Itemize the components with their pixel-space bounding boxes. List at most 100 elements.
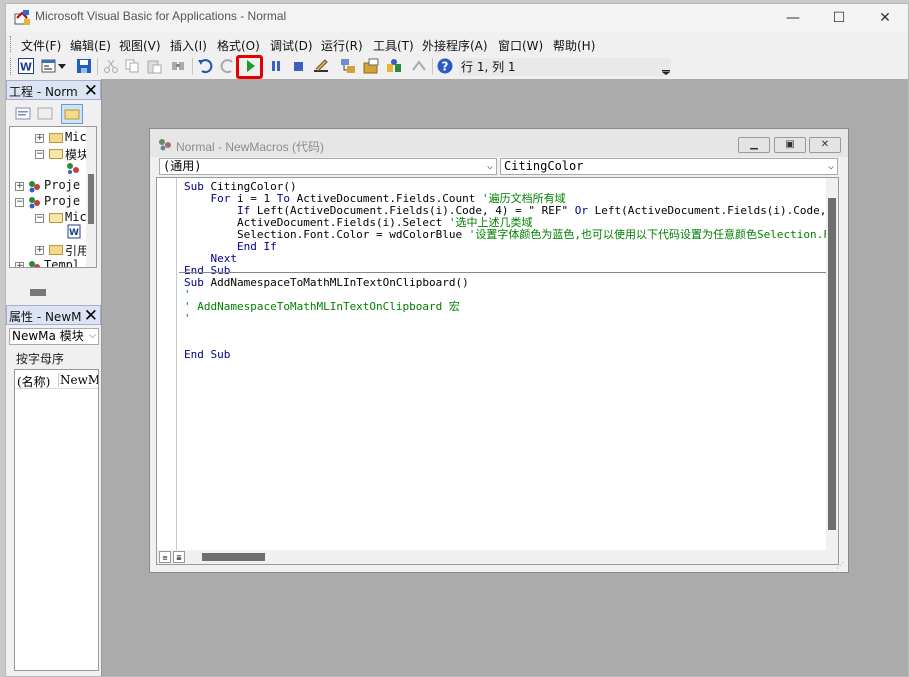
code-keyword: Or [574, 204, 595, 217]
property-row[interactable]: (名称) NewMac [15, 373, 98, 389]
cut-icon[interactable] [103, 58, 119, 74]
tree-item[interactable]: Mic [65, 210, 87, 224]
properties-object-value: NewMa 模块 [12, 329, 84, 343]
properties-object-select[interactable]: NewMa 模块 ⌵ [9, 328, 99, 345]
break-icon[interactable] [268, 58, 284, 74]
tree-item[interactable]: Proje [44, 194, 80, 208]
folder-icon [49, 245, 63, 255]
view-code-icon[interactable] [15, 106, 31, 122]
maximize-button[interactable]: ☐ [816, 4, 862, 32]
property-value[interactable]: NewMac [58, 373, 98, 387]
menubar-grip[interactable] [10, 36, 12, 52]
design-mode-icon[interactable] [313, 58, 329, 74]
tree-item[interactable]: Mic [65, 130, 87, 144]
view-object-icon[interactable] [37, 106, 53, 122]
code-comment: '设置字体颜色为蓝色,也可以使用以下代码设置为任意颜色Selection.Fo [468, 228, 837, 241]
close-properties-pane-icon[interactable]: ✕ [84, 306, 98, 326]
minimize-button[interactable]: — [770, 4, 816, 32]
tree-item[interactable]: Templ [44, 258, 80, 267]
code-close-button[interactable]: ✕ [809, 137, 841, 153]
code-line[interactable]: End Sub [184, 349, 230, 361]
expand-icon[interactable]: + [35, 134, 44, 143]
vba-project-icon [29, 197, 40, 209]
close-button[interactable]: ✕ [862, 4, 908, 32]
properties-grid[interactable]: (名称) NewMac [14, 369, 99, 671]
code-horizontal-scrollbar[interactable]: ≡ ≣ [157, 550, 838, 564]
code-vertical-scrollbar[interactable] [826, 178, 838, 550]
code-line[interactable]: ' AddNamespaceToMathMLInTextOnClipboard … [184, 301, 460, 313]
paste-icon[interactable] [146, 58, 162, 74]
project-pane-toolbar [10, 104, 98, 124]
procedure-select-value: CitingColor [504, 159, 584, 173]
project-tree-scrollbar[interactable] [86, 127, 96, 267]
word-icon[interactable]: W [18, 58, 34, 74]
svg-text:?: ? [442, 60, 449, 74]
module-icon[interactable] [65, 161, 81, 175]
chevron-down-icon: ⌵ [827, 161, 834, 172]
toggle-folders-icon[interactable] [61, 104, 83, 124]
procedure-select[interactable]: CitingColor ⌵ [500, 158, 838, 175]
code-line[interactable]: Selection.Font.Color = wdColorBlue '设置字体… [184, 229, 837, 241]
vba-app-icon[interactable] [14, 9, 31, 26]
left-dock-pane: 工程 - Norm ✕ + Mic − 模块 + Proje − Proje −… [6, 79, 101, 676]
menu-insert[interactable]: 插入(I) [170, 37, 207, 54]
menu-view[interactable]: 视图(V) [119, 37, 161, 54]
full-module-view-button[interactable]: ≣ [173, 551, 185, 563]
word-document-icon[interactable]: W [67, 224, 82, 239]
object-select[interactable]: (通用) ⌵ [159, 158, 497, 175]
expand-icon[interactable]: + [15, 262, 24, 267]
menu-tools[interactable]: 工具(T) [373, 37, 414, 54]
open-folder-icon [49, 149, 63, 159]
toolbox-icon[interactable] [411, 58, 427, 74]
folder-icon [49, 133, 63, 143]
find-icon[interactable] [170, 58, 186, 74]
dropdown-arrow-icon[interactable] [57, 58, 67, 74]
undo-icon[interactable] [197, 58, 213, 74]
close-project-pane-icon[interactable]: ✕ [84, 81, 98, 101]
project-tree[interactable]: + Mic − 模块 + Proje − Proje − Mic W + 引用 … [9, 126, 97, 268]
project-tree-hscroll-thumb[interactable] [30, 289, 46, 296]
code-minimize-button[interactable]: ▁ [738, 137, 770, 153]
margin-indicator-bar[interactable] [157, 178, 177, 550]
code-line[interactable]: ' [184, 313, 191, 325]
properties-window-icon[interactable] [363, 58, 379, 74]
menu-format[interactable]: 格式(O) [217, 37, 260, 54]
toolbar-options-icon[interactable] [661, 58, 671, 76]
help-icon[interactable]: ? [437, 58, 453, 74]
menu-run[interactable]: 运行(R) [321, 37, 363, 54]
project-explorer-icon[interactable] [340, 58, 356, 74]
menu-edit[interactable]: 编辑(E) [70, 37, 111, 54]
code-line[interactable]: Sub AddNamespaceToMathMLInTextOnClipboar… [184, 277, 469, 289]
toolbar-grip[interactable] [10, 58, 12, 75]
tree-item[interactable]: Proje [44, 178, 80, 192]
object-browser-icon[interactable] [386, 58, 402, 74]
code-comment: ' [184, 312, 191, 325]
menu-addins[interactable]: 外接程序(A) [422, 37, 488, 54]
project-pane-title: 工程 - Norm [9, 85, 78, 99]
svg-text:W: W [69, 228, 79, 238]
collapse-icon[interactable]: − [35, 214, 44, 223]
properties-tab-alphabetic[interactable]: 按字母序 [16, 350, 64, 367]
code-editor[interactable]: Sub CitingColor() For i = 1 To ActiveDoc… [156, 177, 839, 565]
run-sub-icon[interactable] [242, 58, 258, 74]
redo-icon[interactable] [220, 58, 236, 74]
resize-grip-icon[interactable]: ⋰ [836, 561, 844, 570]
code-window-title: Normal - NewMacros (代码) [176, 140, 325, 154]
expand-icon[interactable]: + [15, 182, 24, 191]
code-restore-button[interactable]: ▣ [774, 137, 806, 153]
vba-project-icon [29, 181, 40, 193]
reset-icon[interactable] [291, 58, 307, 74]
menu-file[interactable]: 文件(F) [21, 37, 61, 54]
save-icon[interactable] [76, 58, 92, 74]
insert-userform-icon[interactable] [41, 58, 57, 74]
code-window-titlebar: Normal - NewMacros (代码) ▁ ▣ ✕ [150, 129, 848, 157]
vba-project-icon [29, 261, 40, 267]
expand-icon[interactable]: + [35, 246, 44, 255]
menu-debug[interactable]: 调试(D) [270, 37, 313, 54]
collapse-icon[interactable]: − [15, 198, 24, 207]
menu-help[interactable]: 帮助(H) [553, 37, 595, 54]
copy-icon[interactable] [124, 58, 140, 74]
procedure-view-button[interactable]: ≡ [159, 551, 171, 563]
collapse-icon[interactable]: − [35, 150, 44, 159]
menu-window[interactable]: 窗口(W) [498, 37, 543, 54]
